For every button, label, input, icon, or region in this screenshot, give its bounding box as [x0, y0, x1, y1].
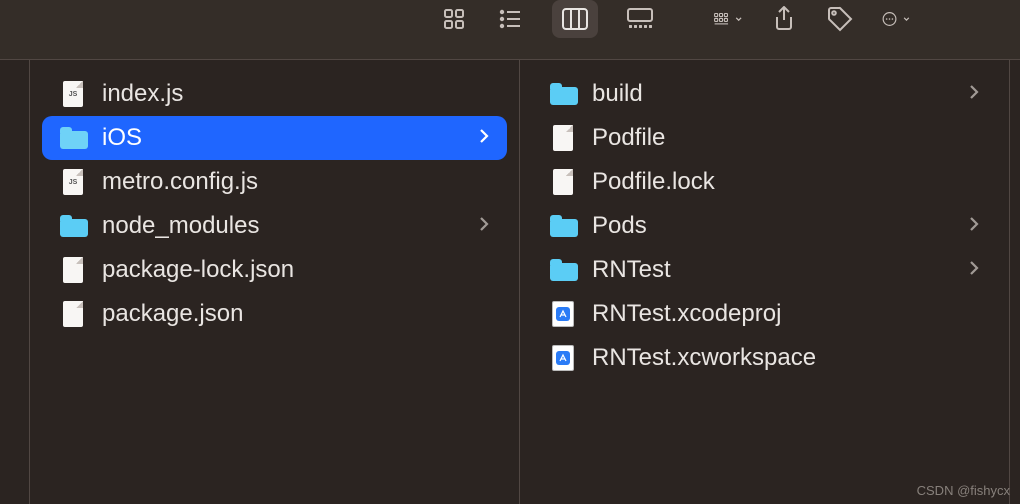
folder-item[interactable]: Pods [532, 204, 997, 248]
file-item[interactable]: JS metro.config.js [42, 160, 507, 204]
file-name: metro.config.js [102, 168, 489, 196]
toolbar [0, 0, 1020, 60]
folder-icon [60, 213, 86, 239]
chevron-right-icon [969, 216, 979, 237]
folder-item[interactable]: RNTest [532, 248, 997, 292]
js-file-icon: JS [60, 81, 86, 107]
share-button[interactable] [770, 5, 798, 33]
gallery-view-button[interactable] [626, 5, 654, 33]
file-icon [60, 257, 86, 283]
file-name: RNTest [592, 256, 969, 284]
folder-item[interactable]: node_modules [42, 204, 507, 248]
xcode-project-icon [550, 301, 576, 327]
file-item[interactable]: package.json [42, 292, 507, 336]
file-name: build [592, 80, 969, 108]
folder-item-selected[interactable]: iOS [42, 116, 507, 160]
right-gutter [1010, 60, 1020, 504]
file-name: iOS [102, 124, 479, 152]
file-name: package-lock.json [102, 256, 489, 284]
column-0[interactable]: JS index.js iOS JS metro.config.js node_… [30, 60, 520, 504]
column-browser: JS index.js iOS JS metro.config.js node_… [0, 60, 1020, 504]
watermark: CSDN @fishycx [917, 483, 1010, 498]
chevron-right-icon [479, 216, 489, 237]
file-icon [60, 301, 86, 327]
file-name: Podfile.lock [592, 168, 979, 196]
file-item[interactable]: RNTest.xcodeproj [532, 292, 997, 336]
column-view-button[interactable] [552, 0, 598, 38]
file-item[interactable]: Podfile [532, 116, 997, 160]
file-item[interactable]: package-lock.json [42, 248, 507, 292]
chevron-down-icon [903, 13, 910, 25]
js-file-icon: JS [60, 169, 86, 195]
tag-button[interactable] [826, 5, 854, 33]
file-name: RNTest.xcworkspace [592, 344, 979, 372]
group-by-button[interactable] [714, 5, 742, 33]
file-item[interactable]: JS index.js [42, 72, 507, 116]
file-name: package.json [102, 300, 489, 328]
file-icon [550, 125, 576, 151]
chevron-right-icon [479, 128, 489, 149]
file-item[interactable]: Podfile.lock [532, 160, 997, 204]
folder-icon [550, 257, 576, 283]
file-name: index.js [102, 80, 489, 108]
column-1[interactable]: build Podfile Podfile.lock Pods RNTest [520, 60, 1010, 504]
file-name: Pods [592, 212, 969, 240]
file-icon [550, 169, 576, 195]
icon-view-button[interactable] [440, 5, 468, 33]
file-name: Podfile [592, 124, 979, 152]
chevron-right-icon [969, 84, 979, 105]
folder-item[interactable]: build [532, 72, 997, 116]
folder-icon [550, 213, 576, 239]
chevron-right-icon [969, 260, 979, 281]
xcode-workspace-icon [550, 345, 576, 371]
folder-icon [550, 81, 576, 107]
view-mode-group [440, 0, 654, 38]
folder-icon [60, 125, 86, 151]
chevron-down-icon [735, 13, 742, 25]
file-name: RNTest.xcodeproj [592, 300, 979, 328]
left-gutter [0, 60, 30, 504]
file-item[interactable]: RNTest.xcworkspace [532, 336, 997, 380]
more-actions-button[interactable] [882, 5, 910, 33]
file-name: node_modules [102, 212, 479, 240]
action-group [714, 0, 910, 38]
list-view-button[interactable] [496, 5, 524, 33]
